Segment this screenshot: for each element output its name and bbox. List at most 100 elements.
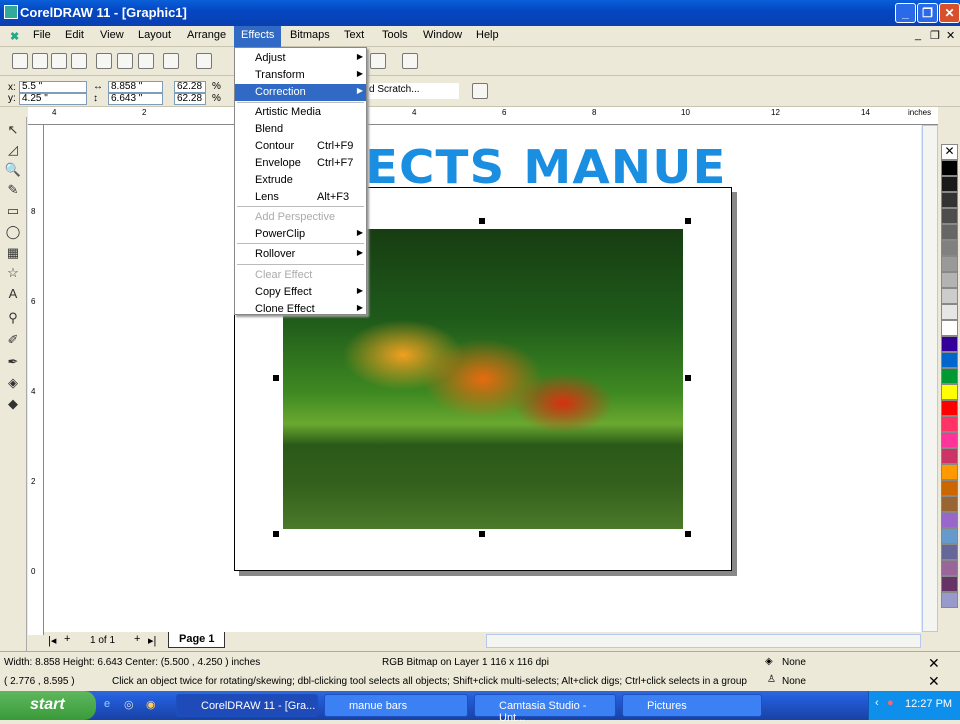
minimize-button[interactable]: _ [895,3,916,23]
pick-tool-icon[interactable]: ↖ [4,121,22,139]
menu-window[interactable]: Window [423,29,462,41]
color-swatch[interactable] [941,544,958,560]
fill-none-icon[interactable]: ✕ [928,655,940,672]
color-swatch[interactable] [941,240,958,256]
open-icon[interactable] [32,53,48,69]
basic-shapes-icon[interactable]: ☆ [4,264,22,282]
add-page-after-button[interactable]: + [134,633,140,645]
color-swatch[interactable] [941,288,958,304]
color-swatch[interactable] [941,192,958,208]
ellipse-tool-icon[interactable]: ◯ [4,223,22,241]
menu-item-powerclip[interactable]: PowerClip ▶ [235,226,366,243]
menu-item-adjust[interactable]: Adjust ▶ [235,50,366,67]
horizontal-scrollbar[interactable] [486,634,921,648]
tray-app-icon[interactable]: ● [887,697,894,709]
menu-effects[interactable]: Effects [234,26,282,47]
color-swatch[interactable] [941,384,958,400]
color-swatch[interactable] [941,352,958,368]
last-page-button[interactable]: ▸| [148,634,156,647]
dust-scratch-field[interactable]: d Scratch... [367,83,459,99]
color-swatch[interactable] [941,160,958,176]
menu-item-clone-effect[interactable]: Clone Effect ▶ [235,301,366,318]
cut-icon[interactable] [96,53,112,69]
menu-item-rollover[interactable]: Rollover ▶ [235,246,366,263]
menu-item-envelope[interactable]: Envelope Ctrl+F7 [235,155,366,172]
color-swatch[interactable] [941,176,958,192]
menu-item-extrude[interactable]: Extrude [235,172,366,189]
color-swatch[interactable] [941,496,958,512]
color-swatch[interactable] [941,224,958,240]
color-swatch[interactable] [941,256,958,272]
new-icon[interactable] [12,53,28,69]
interactive-fill-icon[interactable]: ◆ [4,395,22,413]
menu-edit[interactable]: Edit [65,29,84,41]
selection-handle[interactable] [273,531,279,537]
doc-close-button[interactable]: ✕ [946,29,955,42]
menu-help[interactable]: Help [476,29,499,41]
menu-bitmaps[interactable]: Bitmaps [290,29,330,41]
menu-text[interactable]: Text [344,29,364,41]
menu-item-contour[interactable]: Contour Ctrl+F9 [235,138,366,155]
copy-icon[interactable] [117,53,133,69]
x-position-field[interactable]: 5.5 " [19,81,87,93]
color-swatch[interactable] [941,592,958,608]
task-manue-bars[interactable]: manue bars [324,694,468,717]
selection-handle[interactable] [479,531,485,537]
color-swatch[interactable] [941,528,958,544]
eyedropper-icon[interactable]: ✐ [4,331,22,349]
selection-handle[interactable] [273,375,279,381]
print-icon[interactable] [71,53,87,69]
menu-tools[interactable]: Tools [382,29,408,41]
menu-item-lens[interactable]: Lens Alt+F3 [235,189,366,206]
width-field[interactable]: 8.858 " [108,81,163,93]
menu-arrange[interactable]: Arrange [187,29,226,41]
text-tool-icon[interactable]: A [4,285,22,303]
maximize-button[interactable]: ❐ [917,3,938,23]
color-swatch[interactable] [941,400,958,416]
shape-tool-icon[interactable]: ◿ [4,141,22,159]
color-swatch[interactable] [941,480,958,496]
page-tab[interactable]: Page 1 [168,632,226,648]
color-swatch[interactable] [941,448,958,464]
no-color-swatch[interactable]: ✕ [941,144,958,160]
save-icon[interactable] [51,53,67,69]
fill-tool-icon[interactable]: ◈ [4,374,22,392]
menu-item-copy-effect[interactable]: Copy Effect ▶ [235,284,366,301]
menu-layout[interactable]: Layout [138,29,171,41]
undo-icon[interactable] [163,53,179,69]
color-swatch[interactable] [941,368,958,384]
application-launcher-icon[interactable] [370,53,386,69]
browser-icon[interactable]: ◎ [124,698,134,711]
color-swatch[interactable] [941,320,958,336]
zoom-tool-icon[interactable]: 🔍 [4,161,22,179]
tray-expand-icon[interactable]: ‹ [875,697,879,709]
outline-tool-icon[interactable]: ✒ [4,353,22,371]
selection-handle[interactable] [479,218,485,224]
heading-text[interactable]: ECTS MANUE [365,140,727,194]
paste-icon[interactable] [138,53,154,69]
menu-item-correction[interactable]: Correction ▶ [235,84,366,101]
color-swatch[interactable] [941,416,958,432]
scale-x-field[interactable]: 62.28 [174,81,206,93]
task-coreldraw[interactable]: CorelDRAW 11 - [Gra... [176,694,318,717]
rectangle-tool-icon[interactable]: ▭ [4,202,22,220]
options-icon[interactable] [472,83,488,99]
interactive-blend-icon[interactable]: ⚲ [4,309,22,327]
color-swatch[interactable] [941,560,958,576]
first-page-button[interactable]: |◂ [48,634,56,647]
color-swatch[interactable] [941,512,958,528]
menu-item-transform[interactable]: Transform ▶ [235,67,366,84]
height-field[interactable]: 6.643 " [108,93,163,105]
scale-y-field[interactable]: 62.28 [174,93,206,105]
outline-none-icon[interactable]: ✕ [928,673,940,690]
doc-minimize-button[interactable]: _ [915,29,921,41]
media-icon[interactable]: ◉ [146,698,156,711]
close-button[interactable]: ✕ [939,3,960,23]
color-swatch[interactable] [941,208,958,224]
color-swatch[interactable] [941,576,958,592]
doc-restore-button[interactable]: ❐ [930,29,940,42]
redo-icon[interactable] [196,53,212,69]
menu-item-artistic-media[interactable]: Artistic Media [235,104,366,121]
color-swatch[interactable] [941,304,958,320]
start-button[interactable]: start [0,691,96,720]
